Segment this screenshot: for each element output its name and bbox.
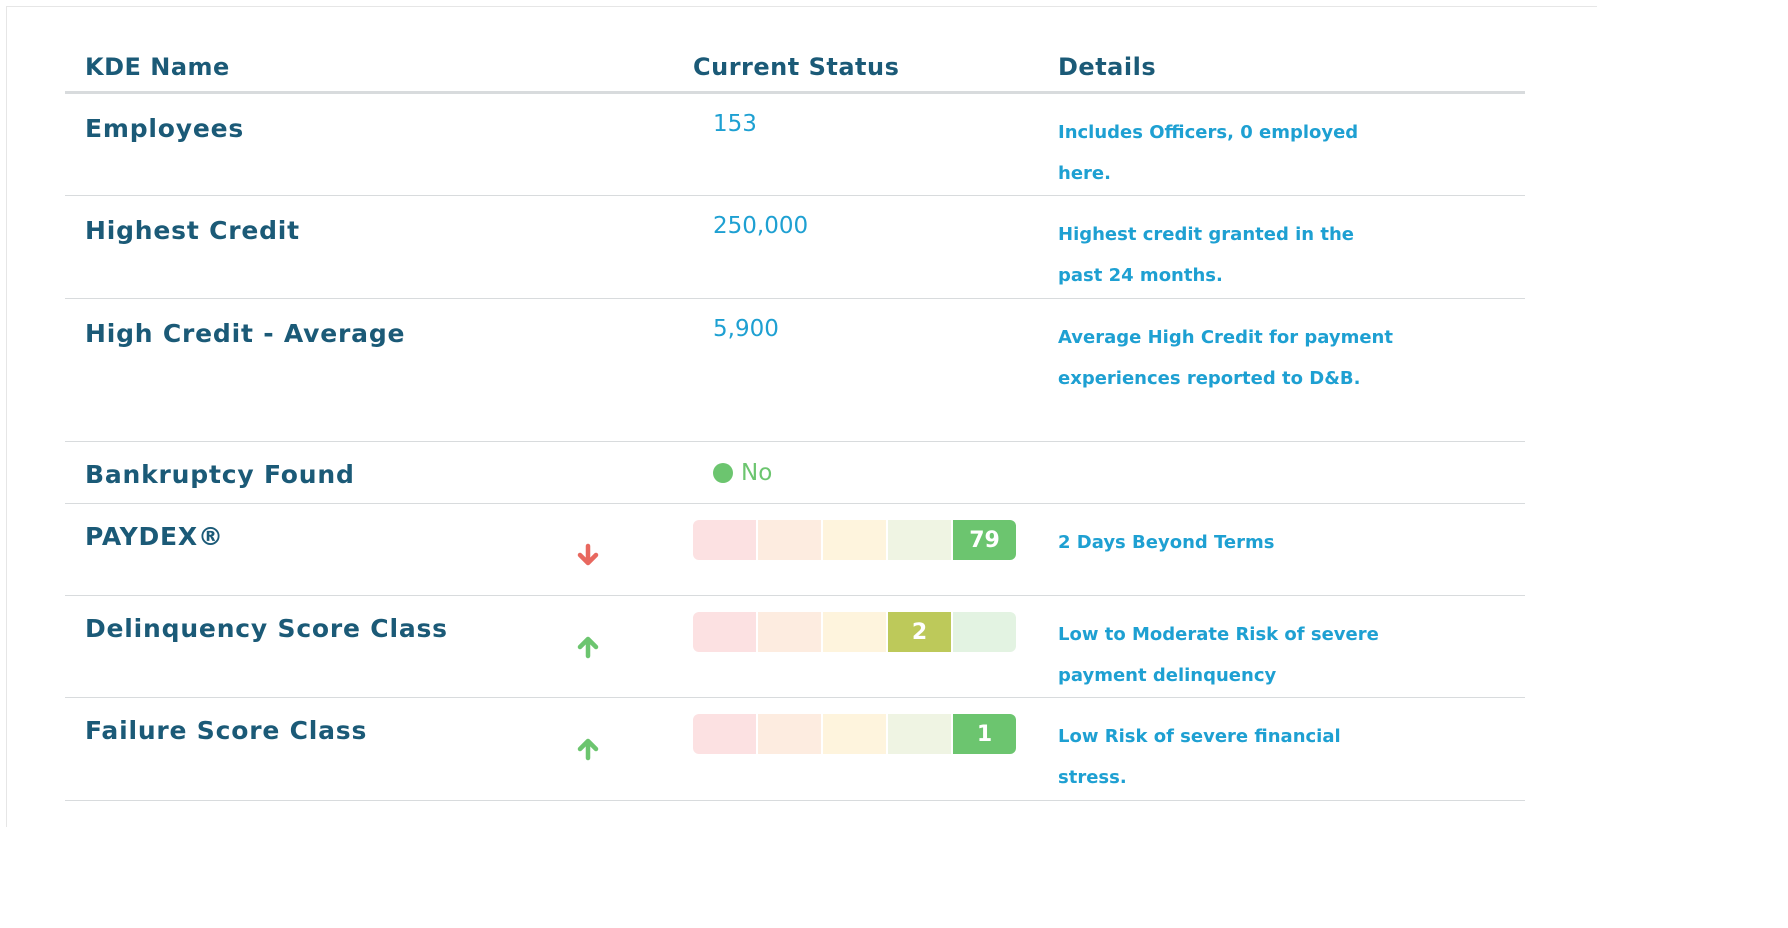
- bar-segment: [758, 714, 821, 754]
- table-row-delinquency: Delinquency Score Class 2 Low to Moderat…: [65, 596, 1525, 698]
- details-text: Includes Officers, 0 employed here.: [1058, 122, 1359, 184]
- arrow-down-icon: [577, 543, 599, 566]
- kde-name: PAYDEX®: [85, 522, 224, 551]
- status-value: No: [741, 460, 773, 486]
- bar-segment-active: 79: [953, 520, 1016, 560]
- bar-segment: [823, 520, 886, 560]
- bankruptcy-status: No: [713, 460, 772, 486]
- bar-segment: [823, 714, 886, 754]
- table-row-failure: Failure Score Class 1 Low Risk of severe…: [65, 698, 1525, 801]
- bar-segment: [888, 714, 951, 754]
- kde-name: Highest Credit: [85, 216, 300, 245]
- table-row-high-credit-average: High Credit - Average 5,900 Average High…: [65, 299, 1525, 442]
- details-text: Low Risk of severe financial stress.: [1058, 726, 1341, 788]
- status-value: 153: [713, 111, 757, 137]
- arrow-up-icon: [577, 636, 599, 659]
- failure-score-bar: 1: [693, 714, 1016, 754]
- kde-name: Employees: [85, 114, 245, 143]
- kde-name: Bankruptcy Found: [85, 460, 355, 489]
- table-header: KDE Name Current Status Details: [65, 7, 1525, 94]
- bar-segment: [888, 520, 951, 560]
- details-text: Low to Moderate Risk of severe payment d…: [1058, 624, 1379, 686]
- details-text: Average High Credit for payment experien…: [1058, 327, 1393, 389]
- table-row-paydex: PAYDEX® 79 2 Days Beyond Terms: [65, 504, 1525, 596]
- bar-segment-active: 2: [888, 612, 951, 652]
- kde-name: Delinquency Score Class: [85, 614, 448, 643]
- bar-segment: [693, 714, 756, 754]
- kde-name: High Credit - Average: [85, 319, 406, 348]
- bar-segment: [693, 612, 756, 652]
- delinquency-score-bar: 2: [693, 612, 1016, 652]
- bar-segment: [823, 612, 886, 652]
- status-value: 250,000: [713, 213, 809, 239]
- bar-segment: [693, 520, 756, 560]
- bar-segment-active: 1: [953, 714, 1016, 754]
- bar-segment: [953, 612, 1016, 652]
- status-dot-icon: [713, 463, 733, 483]
- details-text: Highest credit granted in the past 24 mo…: [1058, 224, 1354, 286]
- paydex-score-bar: 79: [693, 520, 1016, 560]
- bar-segment: [758, 612, 821, 652]
- header-current-status: Current Status: [693, 53, 900, 81]
- details-text: 2 Days Beyond Terms: [1058, 532, 1275, 553]
- bar-segment: [758, 520, 821, 560]
- table-row-bankruptcy: Bankruptcy Found No: [65, 442, 1525, 504]
- header-details: Details: [1058, 53, 1157, 81]
- table-row-highest-credit: Highest Credit 250,000 Highest credit gr…: [65, 196, 1525, 299]
- header-kde-name: KDE Name: [85, 53, 230, 81]
- kde-panel: KDE Name Current Status Details Employee…: [6, 6, 1597, 827]
- kde-table: KDE Name Current Status Details Employee…: [65, 7, 1525, 801]
- table-row-employees: Employees 153 Includes Officers, 0 emplo…: [65, 94, 1525, 196]
- arrow-up-icon: [577, 738, 599, 761]
- status-value: 5,900: [713, 316, 779, 342]
- kde-name: Failure Score Class: [85, 716, 368, 745]
